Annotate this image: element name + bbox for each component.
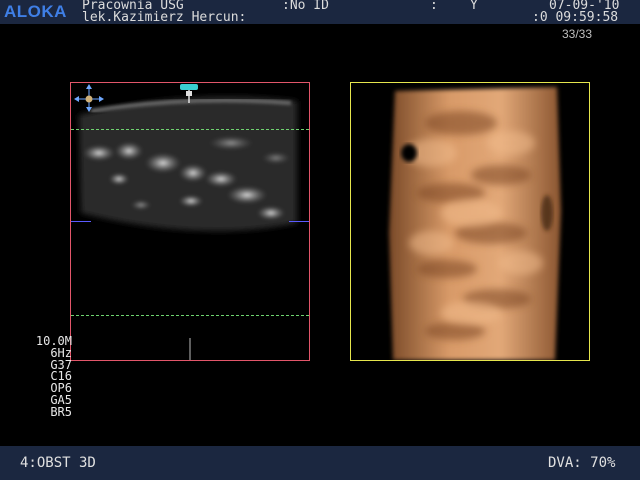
lower-guide-line[interactable] (71, 315, 309, 316)
probe-position-icon[interactable] (177, 83, 201, 105)
orientation-cursor-icon[interactable] (73, 83, 107, 113)
upper-guide-line[interactable] (71, 129, 309, 130)
acquisition-parameters: 10.0M 6Hz G37 C16 OP6 GA5 BR5 (20, 335, 72, 419)
bmode-image (79, 96, 297, 360)
render-3d-panel[interactable] (350, 82, 590, 361)
param-br: BR5 (50, 404, 72, 419)
bmode-panel[interactable] (70, 82, 310, 361)
field-separator: : (430, 0, 438, 13)
operator-name: lek.Kazimierz Hercun: (82, 10, 247, 25)
aloka-logo: ALOKA (4, 2, 67, 21)
right-depth-marker (289, 221, 309, 222)
frame-counter: 33/33 (562, 27, 593, 41)
patient-id: :No ID (282, 0, 329, 13)
surface-render-image (389, 87, 561, 360)
dva-readout: DVA: 70% (548, 455, 616, 471)
field-y: Y (470, 0, 478, 13)
exam-time: :0 09:59:58 (532, 10, 619, 25)
exam-mode-label: 4:OBST 3D (20, 455, 96, 471)
footer-bar (0, 446, 640, 480)
left-depth-marker (71, 221, 91, 222)
